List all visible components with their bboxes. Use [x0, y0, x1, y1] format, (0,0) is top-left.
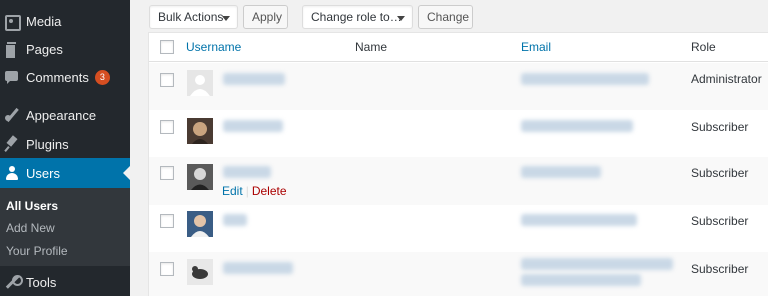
- menu-item-plugins[interactable]: Plugins: [0, 129, 130, 159]
- plugins-icon: [4, 136, 20, 152]
- avatar[interactable]: [187, 164, 213, 190]
- username-redacted[interactable]: [223, 262, 293, 274]
- bulk-actions-select[interactable]: Bulk Actions: [149, 5, 238, 29]
- role-column-header: Role: [691, 40, 716, 54]
- apply-label: Apply: [252, 10, 283, 24]
- avatar[interactable]: [187, 70, 213, 96]
- submenu-all-users[interactable]: All Users: [6, 199, 58, 213]
- row-actions: Edit | Delete: [222, 184, 287, 198]
- email-column-header[interactable]: Email: [521, 40, 551, 54]
- appearance-icon: [4, 107, 20, 123]
- table-row: Administrator: [149, 63, 768, 110]
- table-row: Subscriber: [149, 252, 768, 296]
- menu-item-pages-label: Pages: [26, 41, 63, 57]
- username-redacted[interactable]: [223, 120, 283, 132]
- name-column-header: Name: [355, 40, 388, 54]
- avatar[interactable]: [187, 259, 213, 285]
- submenu-add-new[interactable]: Add New: [6, 221, 55, 235]
- username-column-header[interactable]: Username: [186, 40, 241, 54]
- menu-item-media[interactable]: Media: [0, 6, 130, 36]
- comments-icon: [4, 69, 20, 85]
- chevron-down-icon: [397, 16, 405, 21]
- avatar[interactable]: [187, 118, 213, 144]
- email-redacted[interactable]: [521, 274, 641, 286]
- role-value: Subscriber: [691, 166, 749, 180]
- submenu-your-profile[interactable]: Your Profile: [6, 244, 68, 258]
- users-icon: [4, 165, 20, 181]
- users-table: Username Name Email Role Administrator S…: [148, 32, 768, 296]
- change-role-select[interactable]: Change role to…: [302, 5, 413, 29]
- comments-count-badge: 3: [94, 69, 110, 85]
- pages-icon: [4, 41, 20, 59]
- menu-item-comments[interactable]: Comments 3: [0, 62, 130, 92]
- username-redacted[interactable]: [223, 73, 285, 85]
- row-checkbox[interactable]: [160, 120, 174, 134]
- menu-item-tools-label: Tools: [26, 274, 57, 290]
- menu-item-comments-label: Comments: [26, 69, 89, 85]
- change-label: Change: [427, 10, 470, 24]
- apply-button[interactable]: Apply: [243, 5, 288, 29]
- table-row: Subscriber: [149, 110, 768, 157]
- username-redacted[interactable]: [223, 214, 247, 226]
- bulk-actions-label: Bulk Actions: [158, 10, 224, 24]
- select-all-checkbox[interactable]: [160, 40, 174, 54]
- menu-item-appearance-label: Appearance: [26, 107, 97, 123]
- role-value: Administrator: [691, 72, 762, 86]
- table-header: Username Name Email Role: [149, 33, 768, 62]
- role-value: Subscriber: [691, 120, 749, 134]
- menu-item-tools[interactable]: Tools: [0, 267, 130, 296]
- email-redacted[interactable]: [521, 120, 633, 132]
- table-row: Subscriber: [149, 205, 768, 252]
- menu-item-appearance[interactable]: Appearance: [0, 100, 130, 130]
- email-redacted[interactable]: [521, 73, 649, 85]
- menu-item-users-label: Users: [26, 165, 60, 181]
- email-redacted[interactable]: [521, 166, 601, 178]
- tools-icon: [4, 274, 23, 290]
- menu-item-pages[interactable]: Pages: [0, 34, 130, 64]
- role-value: Subscriber: [691, 214, 749, 228]
- row-checkbox[interactable]: [160, 73, 174, 87]
- email-redacted[interactable]: [521, 214, 637, 226]
- menu-item-users[interactable]: Users: [0, 158, 130, 188]
- table-row: Edit | Delete Subscriber: [149, 157, 768, 205]
- users-submenu: All Users Add New Your Profile: [0, 188, 130, 266]
- menu-item-plugins-label: Plugins: [26, 136, 69, 152]
- email-redacted[interactable]: [521, 258, 673, 270]
- admin-sidebar: Media Pages Comments 3 Appearance Plugin…: [0, 0, 130, 296]
- avatar[interactable]: [187, 211, 213, 237]
- media-icon: [4, 13, 21, 31]
- change-button[interactable]: Change: [418, 5, 473, 29]
- row-checkbox[interactable]: [160, 166, 174, 180]
- role-value: Subscriber: [691, 262, 749, 276]
- delete-user-link[interactable]: Delete: [252, 184, 287, 198]
- row-checkbox[interactable]: [160, 214, 174, 228]
- edit-user-link[interactable]: Edit: [222, 184, 243, 198]
- change-role-label: Change role to…: [311, 10, 402, 24]
- chevron-down-icon: [222, 16, 230, 21]
- username-redacted[interactable]: [223, 166, 271, 178]
- row-checkbox[interactable]: [160, 262, 174, 276]
- menu-item-media-label: Media: [26, 13, 62, 29]
